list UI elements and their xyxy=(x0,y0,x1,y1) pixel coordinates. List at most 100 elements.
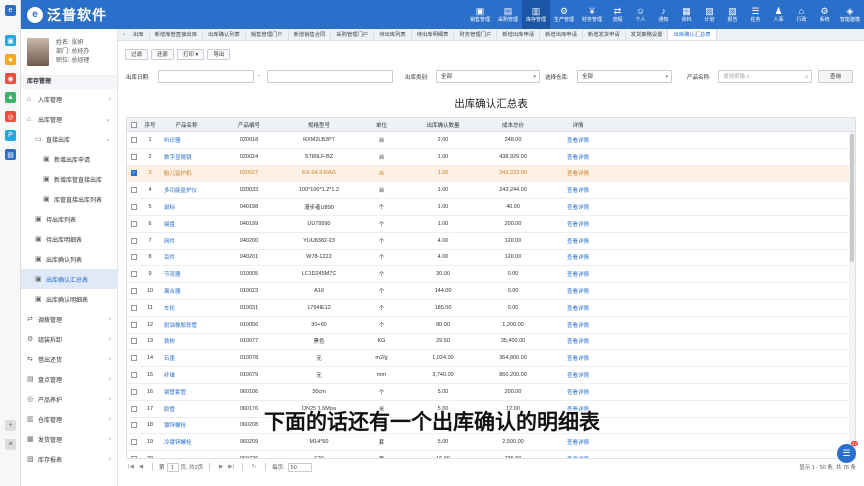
sidebar-item-0[interactable]: ⌂ 入库管理 › xyxy=(21,89,117,109)
row-checkbox[interactable] xyxy=(131,388,137,395)
module-10[interactable]: ▨ 报告 xyxy=(721,0,744,29)
tab-10[interactable]: 新增出库申请 xyxy=(540,29,583,40)
cell-name[interactable]: 离合器 xyxy=(159,283,214,299)
view-details-link[interactable]: 查看详情 xyxy=(549,350,607,366)
view-details-link[interactable]: 查看详情 xyxy=(549,233,607,249)
rail-green-icon[interactable]: ▲ xyxy=(5,92,16,103)
table-row[interactable]: ✓ 3 胎儿监护机 020027 EX-24-3-RAG 台 1.00 242,223.00 查… xyxy=(127,165,855,183)
row-checkbox[interactable] xyxy=(131,271,137,278)
first-page-icon[interactable]: |◀ xyxy=(126,464,136,470)
row-checkbox[interactable] xyxy=(131,187,137,194)
sidebar-item-3[interactable]: ▣ 新增出库申请 xyxy=(21,149,117,169)
view-details-link[interactable]: 查看详情 xyxy=(549,166,607,182)
table-row[interactable]: 9 节流器 010005 LC1D245M7C 个 30.00 0.00 查看详情 xyxy=(127,266,855,284)
app-logo-icon[interactable]: e xyxy=(5,5,16,16)
row-checkbox-cell[interactable] xyxy=(127,300,141,316)
table-row[interactable]: 8 耳件 040201 W78-1222 个 4.00 120.00 查看详情 xyxy=(127,250,855,267)
row-checkbox[interactable] xyxy=(131,321,137,328)
tab-12[interactable]: 发货策略设置 xyxy=(626,29,669,40)
cell-name[interactable]: 纤维 xyxy=(159,367,214,383)
table-row[interactable]: 20 060226F20套16.00736.00查看详情 xyxy=(127,451,855,458)
table-row[interactable]: 5 鼠标 040198 漫步者U890 个 1.00 40.00 查看详情 xyxy=(127,199,855,216)
view-details-link[interactable]: 查看详情 xyxy=(549,451,607,458)
view-details-link[interactable]: 查看详情 xyxy=(549,199,607,215)
row-checkbox[interactable] xyxy=(131,237,137,244)
next-page-icon[interactable]: ▶ xyxy=(216,464,226,470)
column-header[interactable]: 出库确认数量 xyxy=(409,118,477,131)
tab-1[interactable]: 新增库管直接出库 xyxy=(150,29,203,40)
sidebar-item-2[interactable]: ▭ 直接出库 ⌄ xyxy=(21,129,117,149)
product-search-input[interactable]: 请搜索输入 ⌕ xyxy=(718,70,812,83)
row-checkbox-cell[interactable] xyxy=(127,317,141,333)
app-logo[interactable]: e 泛普软件 xyxy=(21,0,117,29)
table-row[interactable]: 19 冷镀锌螺栓 060209 M14*60 套 5.00 2,500.00 查看详情 xyxy=(127,434,855,452)
row-checkbox[interactable] xyxy=(131,288,137,295)
row-checkbox[interactable] xyxy=(131,204,137,211)
tab-9[interactable]: 新增出库申请 xyxy=(497,29,541,40)
tab-4[interactable]: 新增销售合同 xyxy=(289,29,332,40)
view-details-link[interactable]: 查看详情 xyxy=(549,317,607,333)
prev-page-icon[interactable]: ◀ xyxy=(136,464,146,470)
view-details-link[interactable]: 查看详情 xyxy=(549,434,607,450)
table-row[interactable]: 16 钢管套管 060106 30cm 个 5.00 200.00 查看详情 xyxy=(127,384,855,401)
row-checkbox-cell[interactable] xyxy=(127,199,141,215)
refresh-icon[interactable]: ↻ xyxy=(249,464,259,470)
view-details-link[interactable]: 查看详情 xyxy=(549,250,607,266)
module-2[interactable]: ▥ 库存管理 xyxy=(522,0,550,29)
cell-name[interactable]: 耐油橡胶软管 xyxy=(159,317,214,333)
row-checkbox[interactable] xyxy=(131,338,137,345)
row-checkbox[interactable] xyxy=(131,439,137,446)
module-7[interactable]: ♪ 通知 xyxy=(652,0,675,29)
cell-name[interactable]: 多功能监护仪 xyxy=(159,182,214,198)
view-details-link[interactable]: 查看详情 xyxy=(549,334,607,350)
tab-6[interactable]: 待出库列表 xyxy=(374,29,412,40)
sidebar-item-12[interactable]: ⚙ 组装拆卸 › xyxy=(21,329,117,349)
column-header[interactable]: 规格型号 xyxy=(284,118,354,131)
type-select[interactable]: 全部 ▾ xyxy=(436,70,540,83)
row-checkbox[interactable]: ✓ xyxy=(131,170,137,177)
row-checkbox-cell[interactable] xyxy=(127,384,141,400)
sidebar-item-8[interactable]: ▣ 出库确认列表 xyxy=(21,249,117,269)
module-5[interactable]: ⇄ 流程 xyxy=(606,0,629,29)
sidebar-item-14[interactable]: ▤ 盘点管理 › xyxy=(21,369,117,389)
select-all-checkbox[interactable] xyxy=(131,121,137,128)
row-checkbox[interactable] xyxy=(131,136,137,143)
table-row[interactable]: 15 纤维 010079 无 mm 3,740.00 860,200.00 查看详情 xyxy=(127,367,855,384)
date-start-input[interactable] xyxy=(158,70,254,83)
sidebar-item-6[interactable]: ▣ 待出库列表 xyxy=(21,209,117,229)
view-details-link[interactable]: 查看详情 xyxy=(549,300,607,316)
cell-name[interactable]: 键盘 xyxy=(159,216,214,232)
tab-5[interactable]: 采购管理门户 xyxy=(331,29,375,40)
scrollbar-thumb[interactable] xyxy=(850,134,854,262)
query-button[interactable]: 查询 xyxy=(818,70,853,83)
page-number-input[interactable]: 1 xyxy=(166,462,179,472)
rail-red-icon[interactable]: ◉ xyxy=(5,73,16,84)
cell-name[interactable]: 听诊器 xyxy=(159,132,214,148)
export-button[interactable]: 导出 xyxy=(207,49,231,60)
row-checkbox-cell[interactable] xyxy=(127,434,141,450)
module-1[interactable]: ▤ 采购管理 xyxy=(494,0,522,29)
filter-button[interactable]: 过滤 xyxy=(125,49,149,60)
module-6[interactable]: ☺ 个人 xyxy=(629,0,652,29)
module-13[interactable]: ⌂ 行政 xyxy=(790,0,813,29)
tab-8[interactable]: 财务管理门户 xyxy=(454,29,498,40)
module-9[interactable]: ▧ 计划 xyxy=(698,0,721,29)
view-details-link[interactable]: 查看详情 xyxy=(549,283,607,299)
row-checkbox-cell[interactable] xyxy=(127,334,141,350)
tab-13[interactable]: 出库确认汇总表 xyxy=(668,29,717,40)
rail-app-icon[interactable]: ▣ xyxy=(5,35,16,46)
table-row[interactable]: 4 多功能监护仪 020033 100*100*1.2*1.2 台 1.00 243,244… xyxy=(127,182,855,200)
view-details-link[interactable]: 查看详情 xyxy=(549,182,607,198)
table-row[interactable]: 1 听诊器 020018 RXM2LB2P7 台 2.00 248.00 查看详情 xyxy=(127,132,855,149)
tab-3[interactable]: 销售管理门户 xyxy=(246,29,289,40)
avatar[interactable] xyxy=(27,38,49,66)
rail-doc-icon[interactable]: ▤ xyxy=(5,149,16,160)
column-header[interactable]: 详情 xyxy=(549,118,607,131)
sidebar-item-10[interactable]: ▣ 出库确认明细表 xyxy=(21,289,117,309)
date-end-input[interactable] xyxy=(267,70,393,83)
row-checkbox[interactable] xyxy=(131,456,137,458)
cell-name[interactable]: 鼠标 xyxy=(159,199,214,215)
cell-name[interactable]: 节流器 xyxy=(159,266,214,282)
sidebar-item-18[interactable]: ▧ 库存报表 › xyxy=(21,449,117,469)
row-checkbox-cell[interactable] xyxy=(127,266,141,282)
